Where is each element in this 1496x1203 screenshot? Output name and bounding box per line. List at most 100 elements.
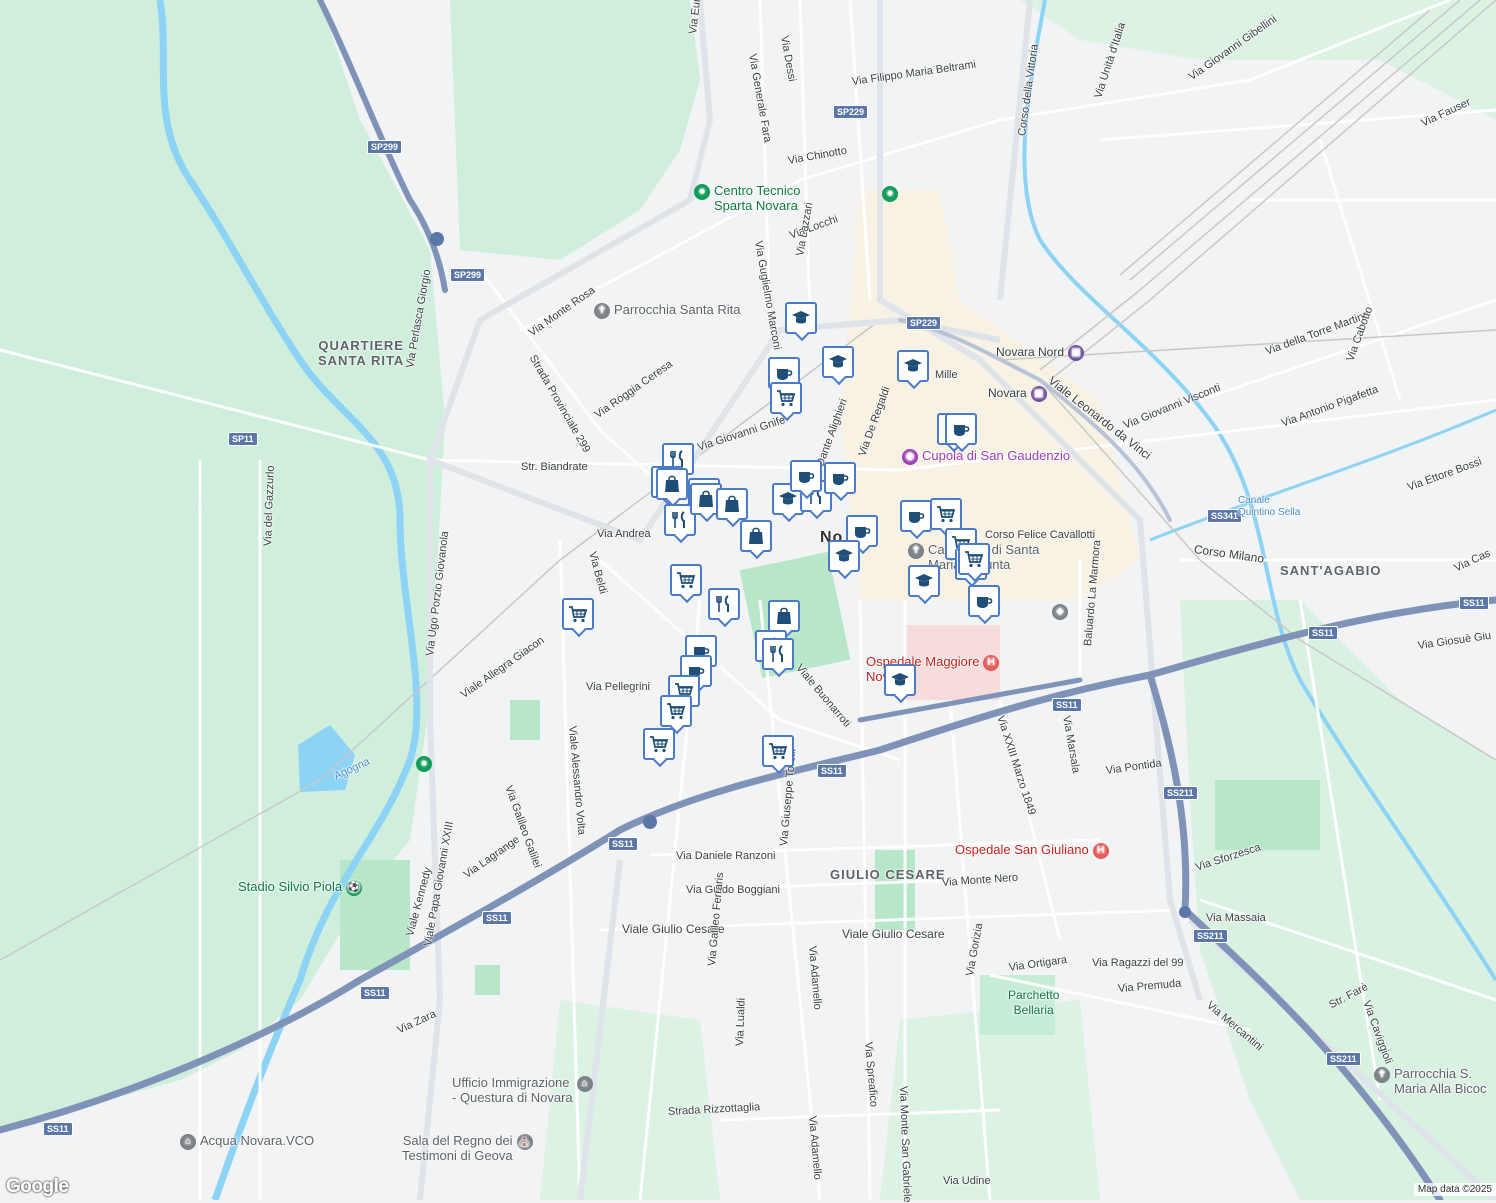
road-shield: SS341: [1207, 509, 1243, 523]
street-label: Mille: [935, 369, 958, 381]
interchange: [1179, 906, 1191, 918]
school-icon: [792, 311, 810, 324]
grocery-icon: [777, 390, 796, 407]
poi-novara-nord[interactable]: Novara Nord ▣: [996, 345, 1088, 361]
poi-label: Novara Nord: [996, 345, 1065, 360]
road-shield: SS11: [43, 1122, 73, 1136]
place-marker-grocery[interactable]: [958, 543, 990, 575]
water-label-canale: Canale Quintino Sella: [1238, 495, 1300, 519]
place-marker-shopping[interactable]: [656, 468, 688, 500]
place-marker-school[interactable]: [884, 664, 916, 696]
street-label: Via Andrea: [597, 528, 651, 540]
cafe-icon: [954, 425, 970, 436]
road-shield: SS211: [1326, 1052, 1361, 1066]
poi-label: Acqua Novara.VCO: [200, 1133, 315, 1148]
restaurant-icon: [672, 511, 685, 528]
road-shield: SS11: [360, 986, 390, 1000]
park-pin-icon[interactable]: ●: [882, 185, 902, 202]
poi-parchetto-bellaria[interactable]: Parchetto Bellaria: [1008, 988, 1059, 1018]
poi-ospedale-san-giuliano[interactable]: Ospedale San Giuliano H: [955, 842, 1113, 859]
shopping-icon: [699, 490, 713, 507]
poi-stadio[interactable]: Stadio Silvio Piola ⚽: [238, 879, 366, 896]
road-shield: SS11: [1308, 626, 1338, 640]
church-icon: ✝: [594, 302, 610, 319]
school-icon: [779, 492, 797, 505]
place-marker-restaurant[interactable]: [762, 638, 794, 670]
poi-parrocchia-bicocca[interactable]: ✝ Parrocchia S. Maria Alla Bicoc: [1374, 1066, 1486, 1096]
street-label: Via Pellegrini: [586, 681, 651, 693]
park-area: [510, 700, 540, 740]
google-logo: Google: [6, 1176, 69, 1197]
road-shield: SS211: [1163, 786, 1198, 800]
place-marker-restaurant[interactable]: [708, 588, 740, 620]
road-shield: SS11: [1459, 596, 1489, 610]
grocery-icon: [769, 743, 788, 760]
church-icon: ⛪: [516, 1133, 533, 1150]
poi-label: Ufficio Immigrazione - Questura di Novar…: [452, 1075, 573, 1105]
hospital-icon: H: [983, 654, 1000, 671]
school-pin-icon[interactable]: ◈: [1052, 603, 1072, 620]
road-shield: SS11: [1052, 698, 1082, 712]
map-canvas[interactable]: [0, 0, 1496, 1200]
poi-ufficio-immigrazione[interactable]: Ufficio Immigrazione - Questura di Novar…: [452, 1075, 597, 1105]
poi-cupola[interactable]: ◉ Cupola di San Gaudenzio: [902, 448, 1070, 465]
place-marker-school[interactable]: [785, 302, 817, 334]
area-label-santa-rita: QUARTIERE SANTA RITA: [318, 338, 405, 368]
poi-parrocchia-santa-rita[interactable]: ✝ Parrocchia Santa Rita: [594, 302, 740, 319]
school-icon: [904, 359, 922, 372]
poi-sala-del-regno[interactable]: Sala del Regno dei Testimoni di Geova⛪: [402, 1133, 537, 1163]
place-marker-cafe[interactable]: [945, 413, 977, 445]
school-icon: [915, 574, 933, 587]
poi-label: Sala del Regno dei Testimoni di Geova: [402, 1133, 513, 1163]
place-marker-cafe[interactable]: [968, 585, 1000, 617]
place-marker-shopping[interactable]: [740, 520, 772, 552]
road-shield: SS211: [1193, 929, 1228, 943]
poi-label: Stadio Silvio Piola: [238, 879, 343, 894]
cafe-icon: [909, 512, 925, 523]
poi-acqua-novara[interactable]: ⌂ Acqua Novara.VCO: [180, 1133, 314, 1150]
cafe-icon: [833, 474, 849, 485]
poi-novara-station[interactable]: Novara ▣: [988, 386, 1051, 402]
place-marker-school[interactable]: [908, 565, 940, 597]
restaurant-icon: [716, 595, 729, 612]
place-marker-grocery[interactable]: [660, 695, 692, 727]
place-marker-grocery[interactable]: [930, 498, 962, 530]
train-station-icon: ▣: [1068, 345, 1085, 361]
government-icon: ⌂: [180, 1133, 196, 1150]
church-icon: ✝: [1374, 1066, 1390, 1083]
place-marker-cafe[interactable]: [790, 460, 822, 492]
road-shield: SS11: [817, 764, 847, 778]
place-marker-cafe[interactable]: [824, 462, 856, 494]
street-label: Via Guido Boggiani: [686, 884, 780, 896]
place-marker-school[interactable]: [822, 346, 854, 378]
place-marker-grocery[interactable]: [562, 598, 594, 630]
park-area: [1020, 0, 1496, 120]
park-pin-icon[interactable]: ●: [416, 755, 436, 772]
street-label: Via Massaia: [1206, 912, 1266, 924]
grocery-icon: [677, 572, 696, 589]
park-pin-icon: ●: [694, 183, 710, 200]
poi-label: Canale Quintino Sella: [1238, 495, 1301, 518]
place-marker-shopping[interactable]: [768, 600, 800, 632]
place-marker-grocery[interactable]: [643, 728, 675, 760]
shopping-icon: [749, 527, 763, 544]
poi-label: Ospedale San Giuliano: [955, 842, 1089, 857]
place-marker-grocery[interactable]: [670, 564, 702, 596]
poi-label: Parrocchia Santa Rita: [614, 302, 741, 317]
street-label: Corso Felice Cavallotti: [985, 529, 1096, 541]
place-marker-grocery[interactable]: [762, 735, 794, 767]
poi-label: Parrocchia S. Maria Alla Bicoc: [1394, 1066, 1487, 1096]
shopping-icon: [725, 495, 739, 512]
cafe-icon: [977, 597, 993, 608]
place-marker-school[interactable]: [828, 540, 860, 572]
grocery-icon: [965, 551, 984, 568]
stadium-icon: ⚽: [346, 879, 363, 896]
place-marker-school[interactable]: [897, 350, 929, 382]
street-label: Via Lualdi: [734, 997, 748, 1047]
street-label: Via Daniele Ranzoni: [676, 850, 776, 862]
hospital-icon: H: [1092, 842, 1109, 859]
place-marker-grocery[interactable]: [770, 382, 802, 414]
place-marker-cafe[interactable]: [900, 500, 932, 532]
place-marker-shopping[interactable]: [716, 488, 748, 520]
poi-centro-tecnico[interactable]: ● Centro Tecnico Sparta Novara: [694, 183, 800, 213]
